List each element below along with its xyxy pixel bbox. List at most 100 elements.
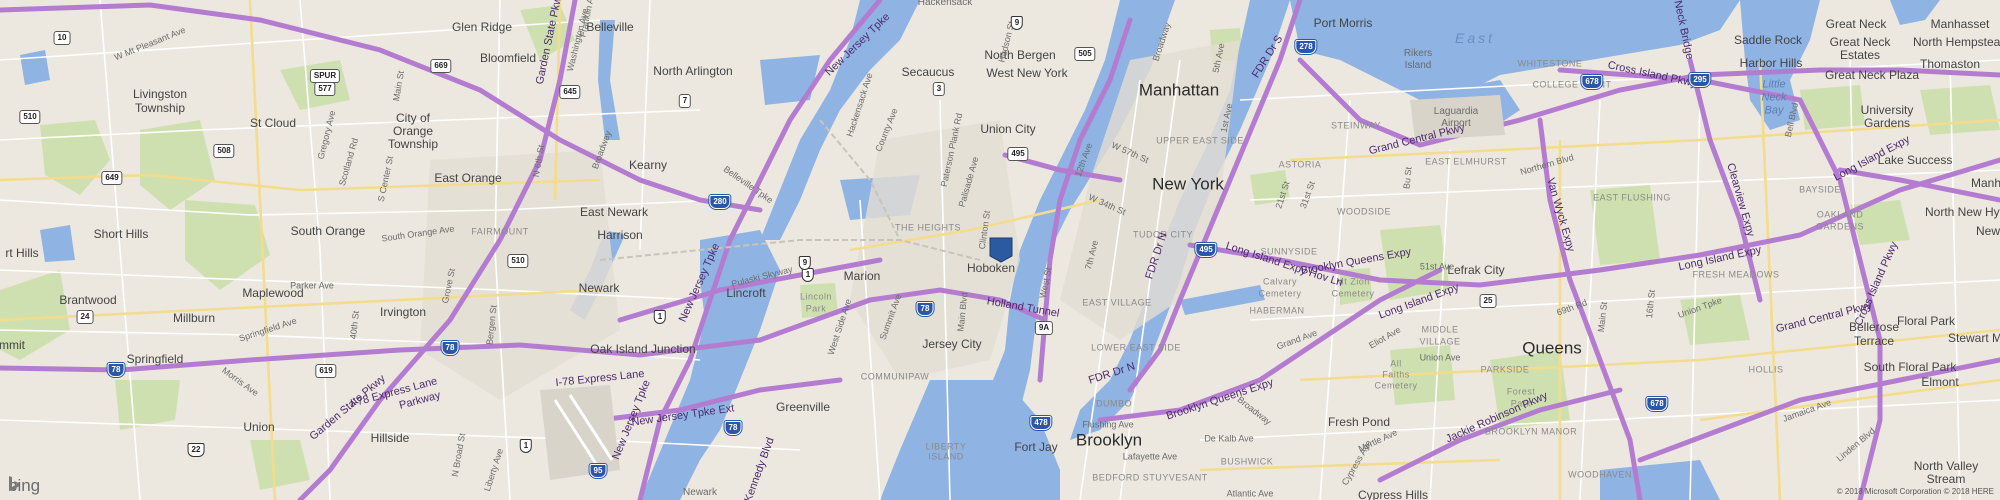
neighborhood-label-h-calvary-1: Calvary — [1262, 276, 1298, 287]
place-label-great-neck-plaza: Great Neck Plaza — [1824, 68, 1920, 82]
route-shield-sh-510-a: 510 — [19, 110, 41, 124]
place-label-east-orange: East Orange — [434, 171, 502, 185]
neighborhood-label-h-oakland-2: GARDENS — [1815, 221, 1865, 232]
street-label-s-dekalb: De Kalb Ave — [1204, 433, 1254, 444]
route-shield-sh-78-a: 78 — [916, 302, 934, 316]
place-label-great-neck-estates-1: Great Neck — [1829, 35, 1891, 49]
route-shield-sh-25: 25 — [1479, 294, 1497, 308]
neighborhood-label-h-fairmount: FAIRMOUNT — [471, 226, 529, 237]
water-label-w-little-neck-2: Neck — [1761, 91, 1787, 104]
place-label-summit: mmit — [0, 338, 25, 352]
place-label-millburn: Millburn — [172, 311, 216, 325]
route-shield-sh-10: 10 — [53, 31, 71, 45]
route-shield-sh-95: 95 — [589, 464, 607, 478]
place-label-irvington: Irvington — [379, 305, 427, 319]
bing-logo[interactable]: bing — [8, 476, 40, 496]
place-label-lefrak: Lefrak City — [1447, 263, 1505, 277]
route-shield-sh-78-d: 78 — [724, 421, 742, 435]
map-canvas[interactable]: Glen Ridge Bloomfield Belleville North Arli… — [0, 0, 2000, 500]
route-shield-sh-505: 505 — [1074, 47, 1096, 61]
place-label-north-valley-2: Stream — [1926, 472, 1966, 486]
water-label-w-little-neck-3: Bay — [1764, 104, 1784, 117]
neighborhood-label-h-astoria: ASTORIA — [1278, 159, 1322, 170]
neighborhood-label-h-fresh-meadows: FRESH MEADOWS — [1692, 269, 1780, 280]
neighborhood-label-h-calvary-2: Cemetery — [1258, 288, 1302, 299]
neighborhood-label-h-middle-village-2: VILLAGE — [1419, 336, 1461, 347]
route-shield-sh-510-b: 510 — [507, 254, 529, 268]
copyright-notice: © 2018 Microsoft Corporation © 2018 HERE — [1836, 487, 1994, 496]
place-label-new-hyde-2: New — [1975, 224, 2000, 238]
route-shield-sh-649: 649 — [101, 171, 123, 185]
place-label-great-neck-estates-2: Estates — [1839, 48, 1881, 62]
place-label-great-neck: Great Neck — [1825, 17, 1887, 31]
route-shield-sh-495-a: 495 — [1007, 147, 1029, 161]
neighborhood-label-h-parkside: PARKSIDE — [1480, 364, 1530, 375]
neighborhood-label-h-all-faiths-1: All — [1390, 358, 1402, 369]
route-shield-sh-280: 280 — [709, 195, 731, 209]
route-shield-sh-1a: 1 — [653, 310, 667, 324]
place-label-brantwood: Brantwood — [59, 293, 117, 307]
neighborhood-label-h-mt-zion-2: Cemetery — [1331, 288, 1375, 299]
neighborhood-label-h-woodside: WOODSIDE — [1336, 206, 1392, 217]
neighborhood-label-h-liberty-island-1: LIBERTY — [925, 441, 967, 452]
neighborhood-label-h-liberty-island-2: ISLAND — [928, 451, 964, 462]
place-label-bloomfield: Bloomfield — [479, 51, 537, 65]
water-label-w-rikers-1: Rikers — [1403, 48, 1433, 59]
street-label-s-union-ave: Union Ave — [1419, 352, 1461, 363]
street-label-s-atlantic: Atlantic Ave — [1226, 488, 1274, 499]
place-label-marion: Marion — [843, 269, 881, 283]
route-shield-sh-295: 295 — [1689, 73, 1711, 87]
place-label-hillside: Hillside — [370, 431, 410, 445]
street-label-s-lafayette: Lafayette Ave — [1122, 451, 1178, 462]
street-label-s-flushing-ave: Flushing Ave — [1082, 419, 1134, 430]
place-label-queens: Queens — [1522, 338, 1582, 358]
place-label-newark: Newark — [578, 281, 620, 295]
neighborhood-label-h-lincoln-park-1: Lincoln — [799, 291, 833, 302]
water-label-w-laguardia-2: Airport — [1441, 118, 1471, 129]
place-label-saddle-rock: Saddle Rock — [1733, 33, 1803, 47]
neighborhood-label-h-middle-village-1: MIDDLE — [1421, 324, 1459, 335]
route-shield-sh-478: 478 — [1030, 416, 1052, 430]
place-label-manhattan: Manhattan — [1138, 80, 1220, 100]
neighborhood-label-h-haberman: HABERMAN — [1249, 305, 1305, 316]
neighborhood-label-h-all-faiths-2: Faiths — [1382, 369, 1410, 380]
place-label-port-morris: Port Morris — [1313, 16, 1373, 30]
route-shield-sh-678-b: 678 — [1646, 397, 1668, 411]
neighborhood-label-h-whitestone: WHITESTONE — [1517, 58, 1583, 69]
neighborhood-label-h-lower-east-side: LOWER EAST SIDE — [1091, 342, 1181, 353]
place-label-elmont: Elmont — [1921, 375, 1959, 389]
route-shield-sh-669: 669 — [430, 59, 452, 73]
place-label-jersey-city: Jersey City — [922, 337, 982, 351]
place-label-fort-jay: Fort Jay — [1014, 440, 1058, 454]
route-shield-sh-9: 9 — [798, 256, 812, 270]
place-label-north-hempstead: North Hempstead — [1912, 35, 2000, 49]
place-label-short-hills: Short Hills — [93, 227, 149, 241]
place-label-bellerose-2: Terrace — [1853, 334, 1895, 348]
neighborhood-label-h-communipaw: COMMUNIPAW — [860, 371, 930, 382]
route-shield-sh-508: 508 — [213, 144, 235, 158]
place-label-oak-island: Oak Island Junction — [590, 342, 696, 356]
place-label-floral-park: Floral Park — [1896, 314, 1956, 328]
route-shield-sh-495-b: 495 — [1195, 243, 1217, 257]
neighborhood-label-h-hollis: HOLLIS — [1748, 364, 1784, 375]
route-shield-sh-22: 22 — [187, 443, 205, 457]
route-shield-sh-577: 577 — [314, 82, 336, 96]
neighborhood-label-h-east-village: EAST VILLAGE — [1082, 297, 1152, 308]
place-label-belleville: Belleville — [586, 20, 634, 34]
place-label-stewart-m: Stewart M — [1947, 331, 2000, 345]
neighborhood-label-h-lincoln-park-2: Park — [805, 303, 827, 314]
route-shield-sh-3: 3 — [932, 82, 946, 96]
route-shield-sh-1c: 1 — [519, 439, 533, 453]
route-shield-sh-78-c: 78 — [107, 363, 125, 377]
place-label-south-floral-park: South Floral Park — [1863, 360, 1957, 374]
place-label-thomaston: Thomaston — [1919, 57, 1981, 71]
place-label-st-cloud: St Cloud — [249, 116, 297, 130]
place-label-city-orange-3: Township — [387, 137, 439, 151]
place-label-harrison: Harrison — [597, 228, 643, 242]
route-shield-sh-9-top: 9 — [1010, 16, 1024, 30]
place-label-livingston-1: Livingston — [132, 87, 188, 101]
place-label-fresh-pond: Fresh Pond — [1327, 415, 1391, 429]
place-label-north-bergen: North Bergen — [984, 48, 1056, 62]
place-label-university-gardens-2: Gardens — [1863, 116, 1911, 130]
route-shield-sh-645: 645 — [559, 85, 581, 99]
